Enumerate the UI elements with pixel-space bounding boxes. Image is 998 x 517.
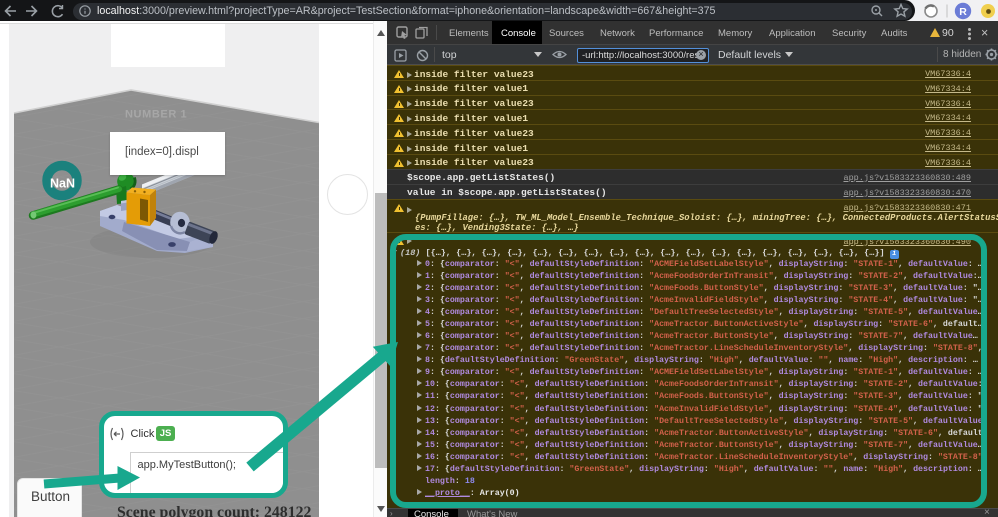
svg-text:R: R — [959, 6, 967, 18]
